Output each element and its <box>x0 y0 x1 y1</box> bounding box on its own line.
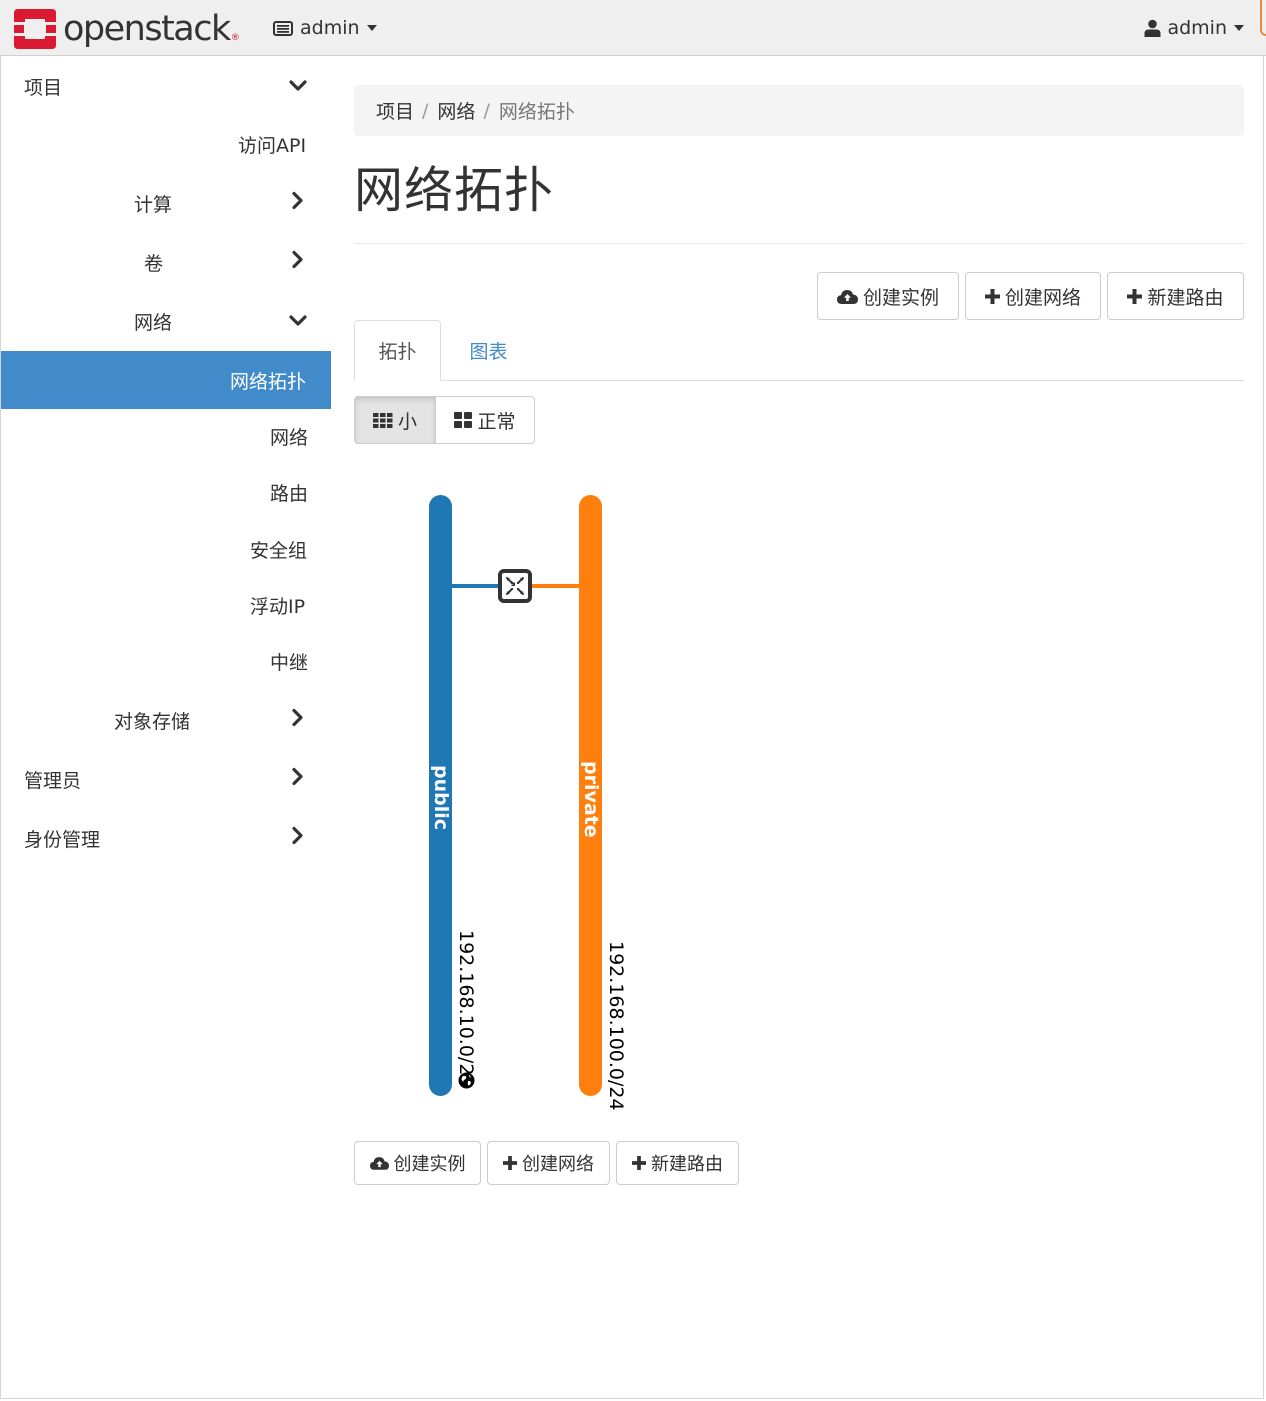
router-icon <box>505 576 525 596</box>
sidebar-item-label: 浮动IP <box>250 595 306 618</box>
launch-instance-button[interactable]: 创建实例 <box>817 272 959 320</box>
sidebar-item-security-groups[interactable]: 安全组 <box>1 520 331 578</box>
user-icon <box>1144 19 1161 37</box>
sidebar-item-floating-ips[interactable]: 浮动IP <box>1 576 331 634</box>
launch-instance-label: 创建实例 <box>393 1154 466 1175</box>
sidebar-item-networks[interactable]: 网络 <box>1 407 331 465</box>
cloud-upload-icon <box>836 289 858 304</box>
cloud-upload-icon <box>369 1156 389 1170</box>
create-router-button[interactable]: 新建路由 <box>1107 272 1244 320</box>
sidebar-item-object-store[interactable]: 对象存储 <box>1 691 331 749</box>
tab-topology[interactable]: 拓扑 <box>354 320 441 381</box>
create-router-button-bottom[interactable]: 新建路由 <box>616 1141 739 1185</box>
breadcrumb-item-network[interactable]: 网络 <box>437 97 475 124</box>
chevron-down-icon <box>289 75 307 97</box>
sidebar-item-label: 网络 <box>134 311 173 334</box>
launch-instance-label: 创建实例 <box>862 286 939 309</box>
caret-down-icon <box>1234 25 1244 31</box>
chevron-right-icon <box>292 767 304 791</box>
sidebar-item-project[interactable]: 项目 <box>1 57 331 115</box>
sidebar-item-identity[interactable]: 身份管理 <box>1 809 331 867</box>
view-small-label: 小 <box>397 410 417 433</box>
caret-down-icon <box>366 25 377 31</box>
breadcrumb-separator: / <box>422 99 429 122</box>
chevron-right-icon <box>292 191 304 215</box>
network-cidr-private: 192.168.100.0/24 <box>605 941 627 1111</box>
page-title: 网络拓扑 <box>354 162 555 219</box>
sidebar-item-compute[interactable]: 计算 <box>1 174 331 232</box>
window-edge-handle <box>1260 0 1266 36</box>
breadcrumb-item-project[interactable]: 项目 <box>376 97 414 124</box>
create-network-button-bottom[interactable]: 创建网络 <box>487 1141 610 1185</box>
chevron-right-icon <box>292 708 304 732</box>
breadcrumb-item-current: 网络拓扑 <box>498 101 575 123</box>
user-menu-label: admin <box>1167 17 1227 39</box>
chevron-down-icon <box>289 310 307 332</box>
plus-icon <box>503 1156 517 1170</box>
sidebar-item-label: 计算 <box>134 193 173 216</box>
sidebar-item-routers[interactable]: 路由 <box>1 463 331 521</box>
openstack-logo-icon <box>14 9 56 49</box>
create-router-label: 新建路由 <box>1147 286 1224 309</box>
plus-icon <box>1127 288 1143 304</box>
breadcrumb-separator: / <box>483 99 490 122</box>
sidebar-item-label: 路由 <box>270 482 309 505</box>
plus-icon <box>984 288 1000 304</box>
sidebar-item-label: 身份管理 <box>24 828 101 851</box>
sidebar-item-label: 卷 <box>144 252 164 275</box>
router-link-private <box>530 584 580 588</box>
create-network-button[interactable]: 创建网络 <box>965 272 1101 320</box>
view-normal-toggle[interactable]: 正常 <box>435 396 535 444</box>
router-link-public <box>451 584 501 588</box>
top-navbar: openstack ® admin admin <box>0 0 1266 56</box>
tab-label: 拓扑 <box>378 341 417 363</box>
view-small-toggle[interactable]: 小 <box>354 396 436 444</box>
sidebar-item-trunks[interactable]: 中继 <box>1 632 331 690</box>
globe-icon <box>458 1072 475 1089</box>
openstack-logo[interactable]: openstack ® <box>14 9 240 49</box>
breadcrumb: 项目 / 网络 / 网络拓扑 <box>354 85 1244 136</box>
tab-label: 图表 <box>469 341 508 363</box>
sidebar-item-access-api[interactable]: 访问API <box>1 115 331 173</box>
sidebar-item-label: 安全组 <box>250 539 308 562</box>
tab-graph[interactable]: 图表 <box>441 320 536 381</box>
sidebar-item-label: 网络 <box>270 426 309 449</box>
brand-name: openstack <box>63 9 231 49</box>
sidebar-item-label: 管理员 <box>24 769 82 792</box>
sidebar-item-label: 中继 <box>270 651 309 674</box>
create-network-label: 创建网络 <box>522 1154 594 1175</box>
view-normal-label: 正常 <box>477 410 516 433</box>
create-router-label: 新建路由 <box>651 1154 723 1175</box>
plus-icon <box>632 1156 646 1170</box>
user-menu-dropdown[interactable]: admin <box>1144 17 1244 39</box>
chevron-right-icon <box>292 250 304 274</box>
network-name-private: private <box>580 761 602 838</box>
network-cidr-public: 192.168.10.0/24 <box>455 930 477 1088</box>
network-name-public: public <box>430 765 452 831</box>
launch-instance-button-bottom[interactable]: 创建实例 <box>354 1141 481 1185</box>
sidebar-item-volumes[interactable]: 卷 <box>1 233 331 291</box>
sidebar-item-label: 访问API <box>238 134 307 157</box>
sidebar-item-label: 对象存储 <box>114 710 191 733</box>
project-selector-dropdown[interactable]: admin <box>273 17 377 39</box>
project-selector-label: admin <box>300 17 360 39</box>
project-list-icon <box>273 20 293 36</box>
grid-small-icon <box>372 412 393 428</box>
sidebar-item-label: 项目 <box>24 76 63 99</box>
create-network-label: 创建网络 <box>1004 286 1081 309</box>
grid-large-icon <box>454 412 473 428</box>
sidebar-item-network[interactable]: 网络 <box>1 292 331 350</box>
title-divider <box>354 243 1244 244</box>
chevron-right-icon <box>292 826 304 850</box>
sidebar-item-network-topology[interactable]: 网络拓扑 <box>1 351 331 409</box>
sidebar-item-admin[interactable]: 管理员 <box>1 750 331 808</box>
sidebar-item-label: 网络拓扑 <box>230 370 307 393</box>
router-node[interactable] <box>498 569 532 603</box>
brand-registered-mark: ® <box>230 33 240 43</box>
